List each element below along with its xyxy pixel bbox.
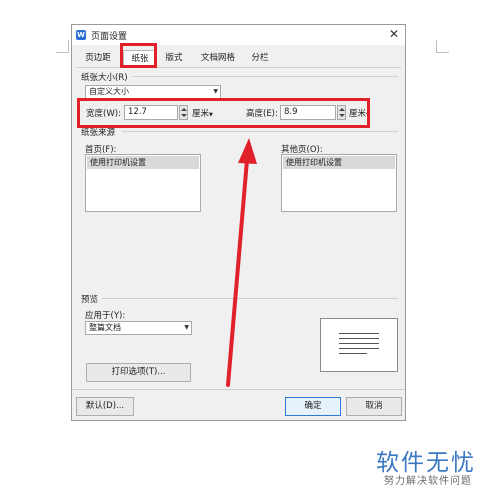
- arrow-head: [238, 138, 257, 164]
- annotation-arrow: [226, 138, 257, 387]
- watermark-slogan: 努力解决软件问题: [384, 476, 472, 487]
- arrow-shaft: [226, 158, 249, 387]
